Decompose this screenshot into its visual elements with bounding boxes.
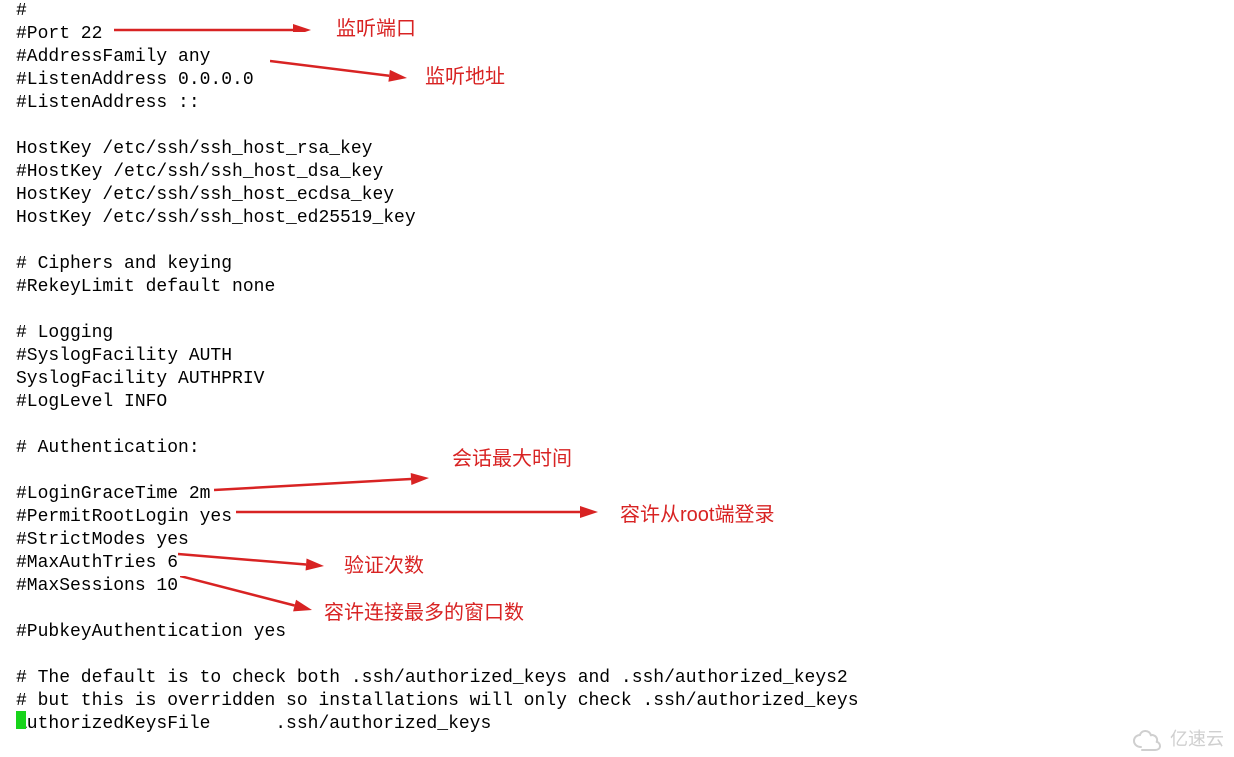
editor-cursor <box>16 711 26 729</box>
annotation-listen-address: 监听地址 <box>425 66 505 89</box>
annotation-max-sessions: 容许连接最多的窗口数 <box>324 602 524 625</box>
watermark: 亿速云 <box>1130 728 1224 751</box>
watermark-text: 亿速云 <box>1170 728 1224 751</box>
annotation-permit-root: 容许从root端登录 <box>620 504 774 527</box>
sshd-config-code: # #Port 22 #AddressFamily any #ListenAdd… <box>16 0 859 736</box>
annotation-port: 监听端口 <box>336 18 416 41</box>
document-canvas: # #Port 22 #AddressFamily any #ListenAdd… <box>0 0 1234 757</box>
annotation-max-auth-tries: 验证次数 <box>344 555 424 578</box>
annotation-login-grace: 会话最大时间 <box>452 448 572 471</box>
cloud-icon <box>1130 729 1164 751</box>
